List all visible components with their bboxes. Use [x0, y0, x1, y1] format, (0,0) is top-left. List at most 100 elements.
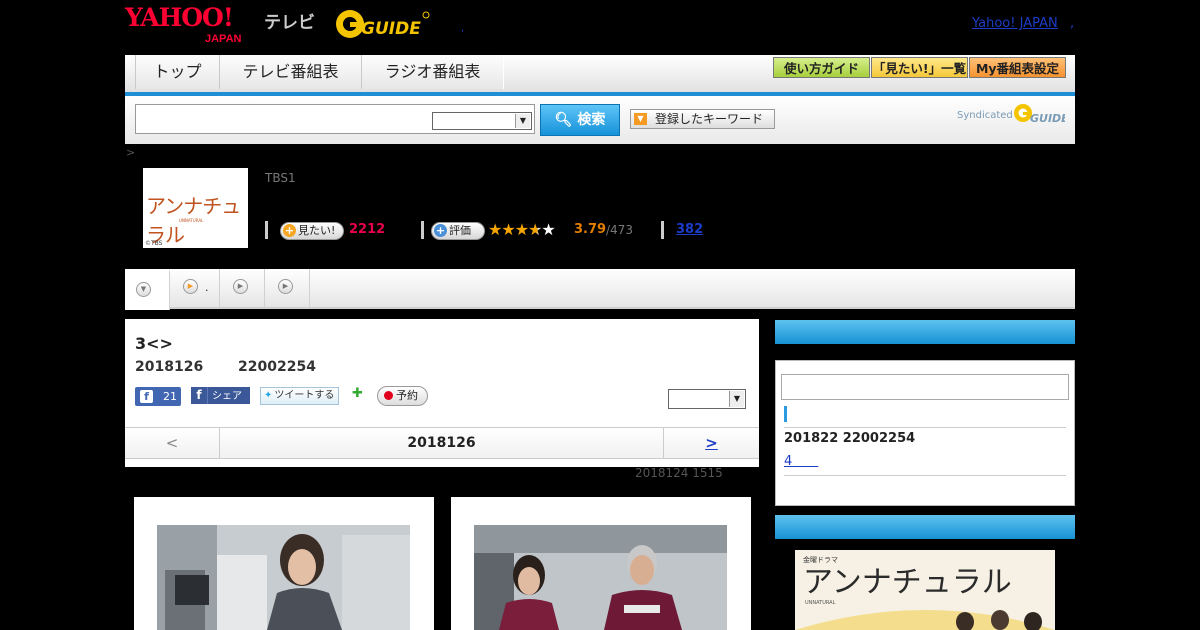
- program-thumbnail[interactable]: アンナチュラル UNNATURAL ©TBS: [143, 168, 248, 248]
- promo-english-title: UNNATURAL: [805, 600, 836, 606]
- sidebar-body: 201822 22002254 4: [775, 360, 1075, 506]
- divider: [265, 221, 268, 239]
- scene-card[interactable]: [451, 497, 751, 630]
- nav-tab-top[interactable]: トップ: [135, 55, 220, 89]
- section-marker: [784, 406, 787, 422]
- yahoo-logo-japan: JAPAN: [205, 33, 242, 45]
- facebook-share-label: シェア: [212, 391, 242, 402]
- reserve-recording-button[interactable]: 予約: [377, 386, 428, 406]
- bookmark-add-icon[interactable]: ✚: [352, 387, 366, 401]
- divider: [421, 221, 424, 239]
- thumbnail-subtitle: UNNATURAL: [179, 218, 204, 223]
- prev-day-button[interactable]: <: [125, 428, 220, 458]
- rate-button[interactable]: + 評価: [431, 222, 485, 240]
- chevron-down-icon: ▼: [634, 113, 647, 125]
- scene-photo-image: [474, 525, 727, 630]
- sidebar-header: [775, 320, 1075, 344]
- nav-tab-tv-listings[interactable]: テレビ番組表: [219, 55, 362, 89]
- header-small-dot: ,: [461, 23, 465, 34]
- divider: [784, 427, 1066, 428]
- yahoo-japan-logo[interactable]: YAHOO! JAPAN: [125, 5, 241, 45]
- search-button-label: 検索: [577, 112, 606, 128]
- search-bar: ▼ 🔍︎ 検索 ▼ 登録したキーワード Syndicated GUIDE: [125, 96, 1075, 144]
- star-icon: ★: [501, 220, 515, 239]
- tv-label[interactable]: テレビ: [264, 8, 315, 33]
- tab-related[interactable]: ▶: [265, 269, 310, 307]
- channel-name: TBS1: [265, 171, 296, 185]
- episode-info-panel: 3<> 2018126 22002254 f 21 f シェア ✦ ツイートする ✚ …: [125, 319, 759, 467]
- saved-keywords-button[interactable]: ▼ 登録したキーワード: [630, 109, 775, 129]
- last-updated: 2018124 1515: [635, 466, 723, 480]
- current-day: 2018126: [220, 428, 664, 458]
- want-button[interactable]: + 見たい!: [280, 222, 344, 240]
- play-icon: ▶: [278, 279, 293, 294]
- sidebar-input[interactable]: [781, 374, 1069, 400]
- want-list-button[interactable]: 「見たい!」一覧: [871, 57, 968, 78]
- play-icon: ▶: [183, 279, 198, 294]
- header-link-dot: ,: [1070, 16, 1075, 31]
- gguide-logo[interactable]: GUIDE: [334, 7, 430, 40]
- chevron-down-icon: ▼: [729, 391, 744, 407]
- sidebar-header: [775, 515, 1075, 539]
- divider: [784, 475, 1066, 476]
- want-button-label: 見たい!: [298, 224, 336, 237]
- rating-total: /473: [606, 223, 633, 237]
- search-button[interactable]: 🔍︎ 検索: [540, 104, 620, 136]
- promo-subtitle: 金曜ドラマ: [803, 555, 838, 564]
- facebook-share-button[interactable]: f シェア: [191, 387, 250, 404]
- episode-time: 22002254: [238, 359, 316, 375]
- date-navigation: < 2018126 >: [125, 427, 759, 459]
- gguide-logo-icon: GUIDE: [336, 10, 430, 39]
- gguide-logo-text: GUIDE: [361, 19, 421, 39]
- calendar-select[interactable]: ▼: [668, 389, 746, 409]
- tab-program-info[interactable]: ▼: [125, 269, 170, 310]
- star-icon: ★: [514, 220, 529, 239]
- play-icon: ▶: [233, 279, 248, 294]
- next-day-link[interactable]: >: [664, 428, 759, 458]
- scene-photo-image: [157, 525, 410, 630]
- review-count-link[interactable]: 382: [676, 222, 703, 237]
- nav-tab-radio-listings[interactable]: ラジオ番組表: [361, 55, 504, 89]
- global-nav: トップ テレビ番組表 ラジオ番組表 使い方ガイド 「見たい!」一覧 My番組表設…: [125, 55, 1075, 96]
- facebook-like-count: 21: [163, 390, 177, 403]
- chevron-down-icon: ▼: [136, 282, 151, 297]
- yahoo-japan-link[interactable]: Yahoo! JAPAN: [972, 16, 1058, 31]
- plus-icon: +: [434, 224, 447, 237]
- episode-title: 3<>: [135, 334, 173, 353]
- syndicated-gguide-logo: GUIDE: [1013, 102, 1069, 126]
- star-rating: ★★★★★: [488, 220, 556, 239]
- tab-reviews[interactable]: ▶: [220, 269, 265, 307]
- tweet-label: ツイートする: [274, 390, 335, 401]
- episode-date: 2018126: [135, 359, 204, 375]
- my-listings-settings-button[interactable]: My番組表設定: [969, 57, 1066, 78]
- plus-icon: +: [283, 224, 296, 237]
- tab-episodes[interactable]: ▶ .: [170, 269, 220, 307]
- facebook-icon: f: [140, 390, 153, 403]
- twitter-bird-icon: ✦: [264, 390, 273, 401]
- scene-photo: [157, 525, 410, 630]
- rating-value: 3.79: [574, 222, 607, 237]
- reserve-label: 予約: [396, 389, 418, 402]
- rate-button-label: 評価: [449, 224, 471, 237]
- star-icon: ★: [488, 220, 502, 239]
- scene-photo: [474, 525, 727, 630]
- next-episode-link[interactable]: 4: [784, 450, 818, 469]
- star-icon: ★: [528, 220, 542, 239]
- tweet-button[interactable]: ✦ ツイートする: [260, 387, 339, 405]
- chevron-down-icon: ▼: [515, 114, 530, 128]
- star-icon: ★: [541, 220, 555, 239]
- search-category-select[interactable]: ▼: [432, 112, 532, 130]
- usage-guide-button[interactable]: 使い方ガイド: [773, 57, 870, 78]
- promo-banner[interactable]: 金曜ドラマ アンナチュラル UNNATURAL: [795, 550, 1055, 630]
- scene-card[interactable]: [134, 497, 434, 630]
- want-count: 2212: [349, 222, 386, 237]
- promo-banner-image: 金曜ドラマ アンナチュラル UNNATURAL: [795, 550, 1055, 630]
- next-broadcast-date: 201822 22002254: [784, 431, 916, 446]
- saved-keywords-label: 登録したキーワード: [655, 112, 764, 126]
- breadcrumb[interactable]: >: [126, 146, 135, 159]
- facebook-like-button[interactable]: f 21: [135, 387, 181, 406]
- gguide-small-text: GUIDE: [1030, 112, 1065, 125]
- record-dot-icon: [384, 391, 393, 400]
- sidebar-promo-panel: 金曜ドラマ アンナチュラル UNNATURAL: [775, 515, 1075, 630]
- promo-title: アンナチュラル: [803, 565, 1012, 600]
